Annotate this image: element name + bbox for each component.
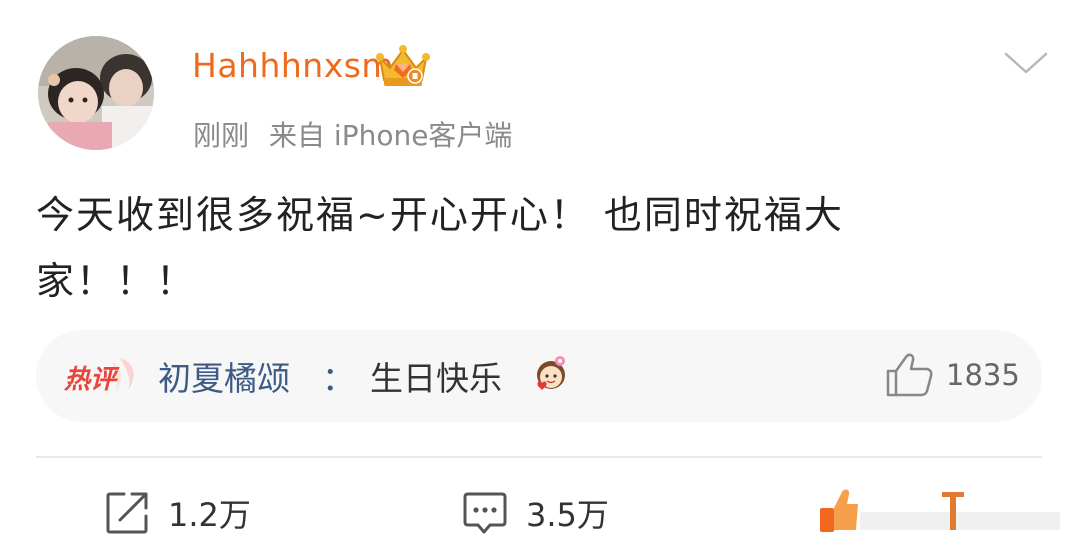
comment-icon[interactable] [462, 490, 508, 536]
repost-icon[interactable] [104, 490, 150, 536]
avatar-photo [38, 36, 154, 150]
post-source: 来自 iPhone客户端 [269, 119, 513, 152]
crown-badge-icon[interactable] [374, 42, 432, 90]
comment-author[interactable]: 初夏橘颂 [158, 352, 290, 400]
post-text: 今天收到很多祝福~开心开心！ 也同时祝福大 家！！！ [36, 182, 936, 314]
like-button[interactable] [820, 486, 1070, 536]
post-meta: 刚刚 来自 iPhone客户端 [193, 114, 512, 154]
like-icon [820, 489, 1060, 532]
girl-emoji-icon [530, 352, 572, 394]
hot-badge-label: 热评 [63, 365, 120, 395]
divider [36, 456, 1042, 458]
post-text-line-2: 家！！！ [36, 259, 197, 303]
post-text-line-1: 今天收到很多祝福~开心开心！ 也同时祝福大 [36, 193, 844, 237]
avatar[interactable] [38, 36, 154, 150]
hot-comment-badge: 热评 [62, 354, 142, 398]
thumbs-up-icon[interactable] [884, 351, 934, 399]
comment-like-count: 1835 [946, 358, 1020, 392]
repost-count[interactable]: 1.2万 [168, 490, 251, 536]
chevron-down-icon[interactable] [1002, 48, 1050, 78]
username[interactable]: Hahhhnxsm [192, 46, 394, 85]
comment-colon: ： [322, 359, 355, 398]
post-time: 刚刚 [193, 119, 250, 152]
comment-count[interactable]: 3.5万 [526, 490, 609, 536]
comment-text: 生日快乐 [370, 359, 502, 398]
